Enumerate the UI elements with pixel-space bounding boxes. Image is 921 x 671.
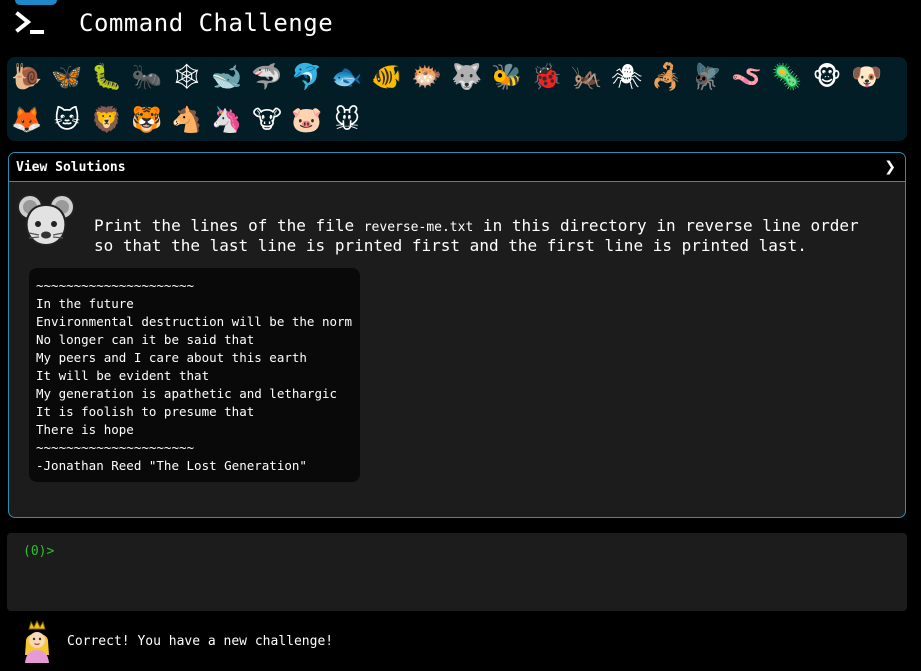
blowfish-icon[interactable]: 🐡 xyxy=(411,61,443,93)
lion-icon[interactable]: 🦁 xyxy=(91,104,123,136)
terminal-prompt-icon[interactable] xyxy=(15,10,47,38)
cricket-icon[interactable]: 🦗 xyxy=(571,61,603,93)
ladybug-icon[interactable]: 🐞 xyxy=(531,61,563,93)
fox-icon[interactable]: 🦊 xyxy=(11,104,43,136)
prompt-filename: reverse-me.txt xyxy=(363,220,474,235)
spider-icon[interactable]: 🕷 xyxy=(611,61,643,93)
cat-icon[interactable]: 🐱 xyxy=(51,104,83,136)
monkey-icon[interactable]: 🐵 xyxy=(811,61,843,93)
unicorn-icon[interactable]: 🦄 xyxy=(211,104,243,136)
file-contents-box: ~~~~~~~~~~~~~~~~~~~~~ In the future Envi… xyxy=(29,268,360,482)
header: Command Challenge xyxy=(0,0,921,50)
challenge-prompt: Print the lines of the file reverse-me.t… xyxy=(94,217,884,255)
file-contents: ~~~~~~~~~~~~~~~~~~~~~ In the future Envi… xyxy=(36,278,353,473)
status-message: Correct! You have a new challenge! xyxy=(67,634,334,649)
scorpion-icon[interactable]: 🦂 xyxy=(651,61,683,93)
cow-icon[interactable]: 🐮 xyxy=(251,104,283,136)
snail-icon[interactable]: 🐌 xyxy=(11,61,43,93)
terminal-prompt: (0)> xyxy=(23,544,55,559)
logo-tab xyxy=(15,0,57,5)
mouse-icon[interactable]: 🐭 xyxy=(331,104,363,136)
bee-icon[interactable]: 🐝 xyxy=(491,61,523,93)
mouse-face-icon xyxy=(17,194,75,247)
challenge-panel: View Solutions ❯ Print the lines of the … xyxy=(8,152,906,518)
fish-icon[interactable]: 🐟 xyxy=(331,61,363,93)
wolf-icon[interactable]: 🐺 xyxy=(451,61,483,93)
whale-icon[interactable]: 🐋 xyxy=(211,61,243,93)
terminal-input-area[interactable]: (0)> xyxy=(7,533,907,611)
pig-icon[interactable]: 🐷 xyxy=(291,104,323,136)
dolphin-icon[interactable]: 🐬 xyxy=(291,61,323,93)
microbe-icon[interactable]: 🦠 xyxy=(771,61,803,93)
tiger-icon[interactable]: 🐯 xyxy=(131,104,163,136)
worm-icon[interactable]: 🪱 xyxy=(731,61,763,93)
view-solutions-label[interactable]: View Solutions xyxy=(16,160,126,175)
prompt-text-start: Print the lines of the file xyxy=(94,216,364,235)
princess-icon xyxy=(25,619,49,663)
fly-icon[interactable]: 🪰 xyxy=(691,61,723,93)
horse-icon[interactable]: 🐴 xyxy=(171,104,203,136)
ant-icon[interactable]: 🐜 xyxy=(131,61,163,93)
tropical-fish-icon[interactable]: 🐠 xyxy=(371,61,403,93)
view-solutions-toggle[interactable]: View Solutions ❯ xyxy=(9,153,905,182)
spider-web-icon[interactable]: 🕸 xyxy=(171,61,203,93)
chevron-right-icon[interactable]: ❯ xyxy=(884,159,896,175)
animal-levels-bar: 🐌 🦋 🐛 🐜 🕸 🐋 🦈 🐬 🐟 🐠 🐡 🐺 🐝 🐞 🦗 🕷 🦂 🪰 🪱 🦠 🐵 🐶 🦊 🐱 🦁 🐯 🐴 🦄 🐮 🐷 🐭 xyxy=(7,57,907,141)
page-title: Command Challenge xyxy=(79,9,334,37)
shark-icon[interactable]: 🦈 xyxy=(251,61,283,93)
caterpillar-icon[interactable]: 🐛 xyxy=(91,61,123,93)
butterfly-icon[interactable]: 🦋 xyxy=(51,61,83,93)
dog-icon[interactable]: 🐶 xyxy=(851,61,883,93)
